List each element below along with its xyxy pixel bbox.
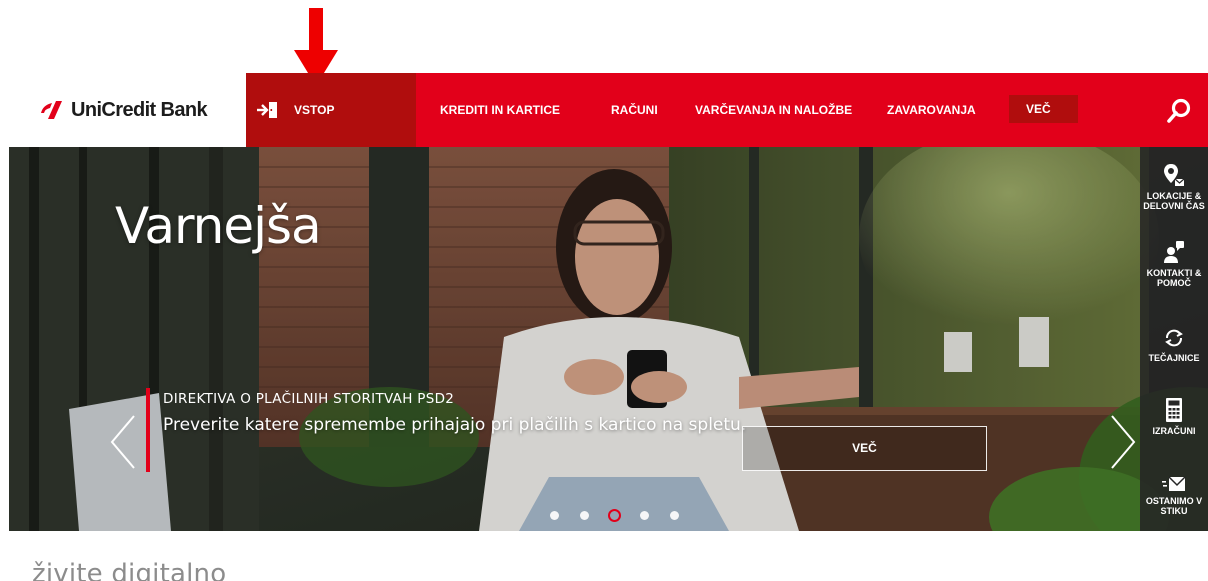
- side-item-locations[interactable]: LOKACIJE & DELOVNI ČAS: [1140, 163, 1208, 211]
- carousel-dot[interactable]: [550, 510, 559, 520]
- side-item-exchange-rates[interactable]: TEČAJNICE: [1140, 327, 1208, 363]
- side-item-calculators[interactable]: IZRAČUNI: [1140, 398, 1208, 436]
- nav-more-button[interactable]: VEČ: [1009, 95, 1078, 123]
- mail-icon: [1162, 476, 1186, 491]
- search-icon[interactable]: [1166, 97, 1194, 125]
- carousel-dot[interactable]: [580, 510, 589, 520]
- main-nav: VSTOP KREDITI IN KARTICE RAČUNI VARČEVAN…: [246, 73, 1208, 147]
- exchange-icon: [1165, 329, 1183, 347]
- side-item-label: IZRAČUNI: [1152, 426, 1196, 436]
- contact-icon: [1164, 241, 1184, 263]
- login-label: VSTOP: [294, 103, 335, 117]
- carousel-dot[interactable]: [640, 510, 649, 520]
- hero-text[interactable]: Preverite katere spremembe prihajajo pri…: [163, 413, 763, 437]
- side-item-contacts[interactable]: KONTAKTI & POMOČ: [1140, 240, 1208, 288]
- chevron-left-icon[interactable]: [108, 414, 138, 470]
- side-item-newsletter[interactable]: OSTANIMO V STIKU: [1140, 476, 1208, 516]
- hero-title: Varnejša: [115, 197, 322, 255]
- chevron-right-icon[interactable]: [1108, 414, 1138, 470]
- login-button[interactable]: VSTOP: [246, 73, 416, 147]
- section-heading: živite digitalno: [32, 559, 227, 581]
- side-item-label: TEČAJNICE: [1148, 353, 1200, 363]
- site-header: UniCredit Bank VSTOP KREDITI IN KARTICE …: [9, 73, 1208, 147]
- hero-carousel: Varnejša DIREKTIVA O PLAČILNIH STORITVAH…: [9, 147, 1208, 531]
- nav-item-insurance[interactable]: ZAVAROVANJA: [887, 73, 976, 147]
- page: UniCredit Bank VSTOP KREDITI IN KARTICE …: [0, 0, 1208, 581]
- digital-section: živite digitalno: [9, 531, 1208, 581]
- unicredit-logo-icon: [41, 101, 62, 119]
- side-item-label: KONTAKTI & POMOČ: [1146, 268, 1202, 288]
- login-icon: [257, 102, 277, 118]
- carousel-dot-active[interactable]: [608, 508, 621, 522]
- side-quick-links: LOKACIJE & DELOVNI ČAS KONTAKTI & POMOČ: [1140, 147, 1208, 531]
- nav-item-loans-cards[interactable]: KREDITI IN KARTICE: [440, 73, 560, 147]
- logo[interactable]: UniCredit Bank: [39, 95, 208, 125]
- hero-banner: DIREKTIVA O PLAČILNIH STORITVAH PSD2 Pre…: [146, 388, 756, 472]
- side-item-label: LOKACIJE & DELOVNI ČAS: [1143, 191, 1205, 211]
- carousel-dot[interactable]: [670, 510, 679, 520]
- side-item-label: OSTANIMO V STIKU: [1145, 496, 1203, 516]
- hero-kicker: DIREKTIVA O PLAČILNIH STORITVAH PSD2: [163, 391, 455, 407]
- hero-more-button[interactable]: VEČ: [742, 426, 987, 471]
- calculator-icon: [1166, 398, 1182, 422]
- nav-item-savings[interactable]: VARČEVANJA IN NALOŽBE: [695, 73, 852, 147]
- nav-item-accounts[interactable]: RAČUNI: [611, 73, 658, 147]
- location-icon: [1164, 164, 1185, 186]
- logo-text: UniCredit Bank: [71, 98, 208, 121]
- carousel-dots: [550, 508, 700, 522]
